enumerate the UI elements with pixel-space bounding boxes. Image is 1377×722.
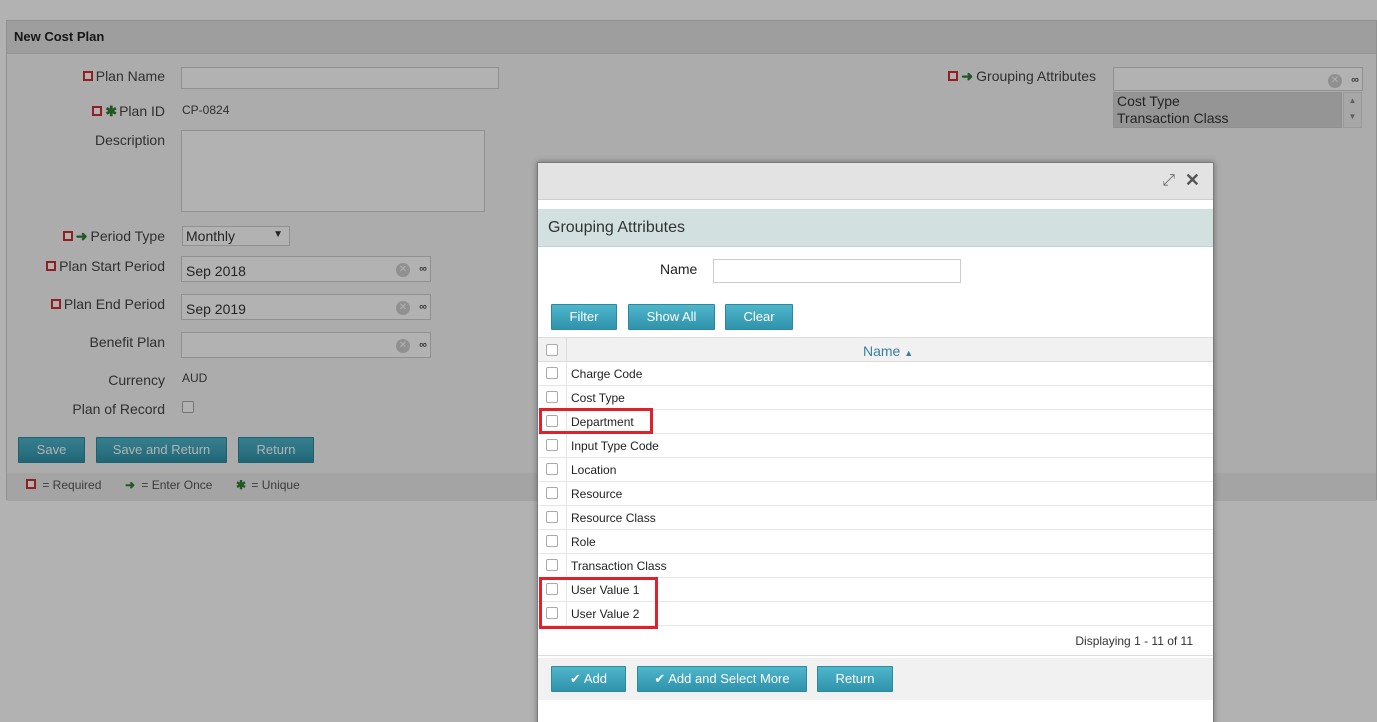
check-icon: ✔ [654,671,666,686]
row-checkbox[interactable] [546,535,558,547]
table-row[interactable]: Location [538,458,1213,482]
column-divider [566,482,567,505]
dialog-toolbar: ⤢ ✕ [538,163,1213,200]
row-checkbox[interactable] [546,487,558,499]
column-divider [566,530,567,553]
column-divider [566,434,567,457]
table-row[interactable]: Charge Code [538,362,1213,386]
grouping-attributes-dialog: ⤢ ✕ Grouping Attributes Name Filter Show… [537,162,1214,722]
name-filter-input[interactable] [713,259,961,283]
dialog-title: Grouping Attributes [548,219,685,236]
clear-button[interactable]: Clear [725,304,793,330]
table-row[interactable]: Cost Type [538,386,1213,410]
name-column-header[interactable]: Name ▲ [863,343,913,359]
table-row[interactable]: Transaction Class [538,554,1213,578]
table-row[interactable]: Role [538,530,1213,554]
check-icon: ✔ [570,671,581,686]
expand-icon[interactable]: ⤢ [1162,172,1175,190]
pagination-status: Displaying 1 - 11 of 11 [1075,634,1193,648]
highlight-box-user-values [539,577,658,629]
sort-ascending-icon: ▲ [904,348,914,358]
row-checkbox[interactable] [546,439,558,451]
column-divider [566,506,567,529]
row-checkbox[interactable] [546,463,558,475]
dialog-footer: ✔ Add ✔ Add and Select More Return [538,658,1213,700]
row-name: Cost Type [571,391,625,405]
table-footer: Displaying 1 - 11 of 11 [538,626,1213,656]
row-name: Resource Class [571,511,656,525]
dialog-title-bar: Grouping Attributes [538,209,1213,247]
row-name: Charge Code [571,367,643,381]
dialog-filter-section: Name Filter Show All Clear [538,247,1213,337]
select-all-checkbox[interactable] [546,344,558,356]
row-name: Transaction Class [571,559,667,573]
highlight-box-department [539,408,653,434]
dialog-return-button[interactable]: Return [817,666,893,692]
row-checkbox[interactable] [546,559,558,571]
column-divider [566,554,567,577]
name-filter-label: Name [660,261,698,277]
table-header: Name ▲ [538,337,1213,362]
table-row[interactable]: Input Type Code [538,434,1213,458]
column-divider [566,338,567,362]
row-checkbox[interactable] [546,391,558,403]
row-name: Resource [571,487,623,501]
add-and-select-more-button[interactable]: ✔ Add and Select More [637,666,807,692]
column-divider [566,362,567,385]
row-name: Role [571,535,596,549]
column-divider [566,386,567,409]
row-name: Input Type Code [571,439,659,453]
row-name: Location [571,463,617,477]
row-checkbox[interactable] [546,367,558,379]
add-button[interactable]: ✔ Add [551,666,626,692]
close-icon[interactable]: ✕ [1185,170,1200,191]
show-all-button[interactable]: Show All [628,304,715,330]
filter-button[interactable]: Filter [551,304,617,330]
column-divider [566,458,567,481]
table-row[interactable]: Resource Class [538,506,1213,530]
row-checkbox[interactable] [546,511,558,523]
table-row[interactable]: Resource [538,482,1213,506]
